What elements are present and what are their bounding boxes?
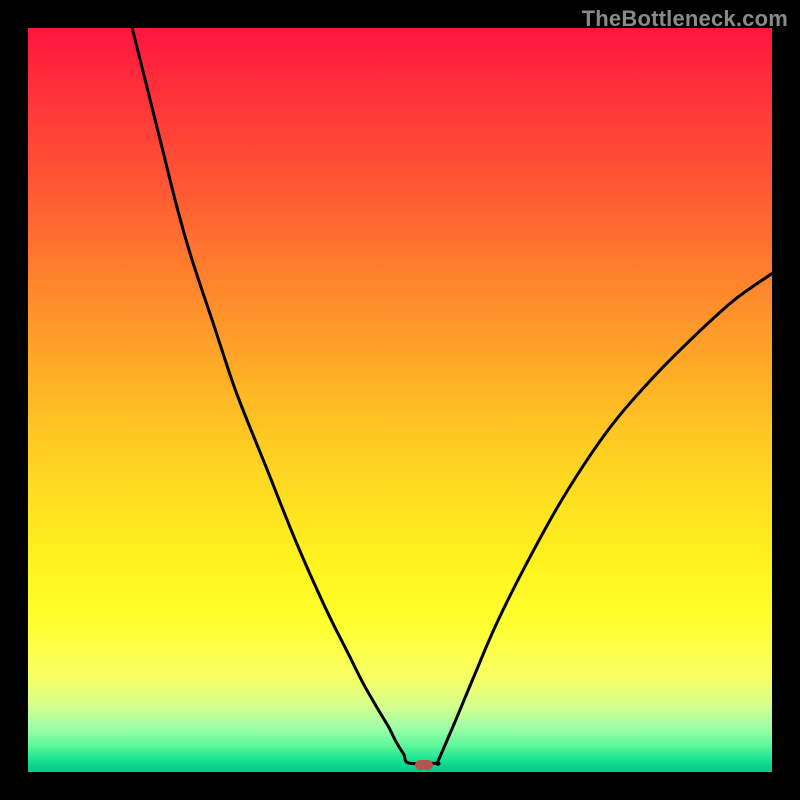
plot-area (28, 28, 772, 772)
curve-svg (28, 28, 772, 772)
optimal-marker (415, 760, 433, 770)
bottleneck-curve-path (132, 28, 772, 764)
frame: TheBottleneck.com (0, 0, 800, 800)
